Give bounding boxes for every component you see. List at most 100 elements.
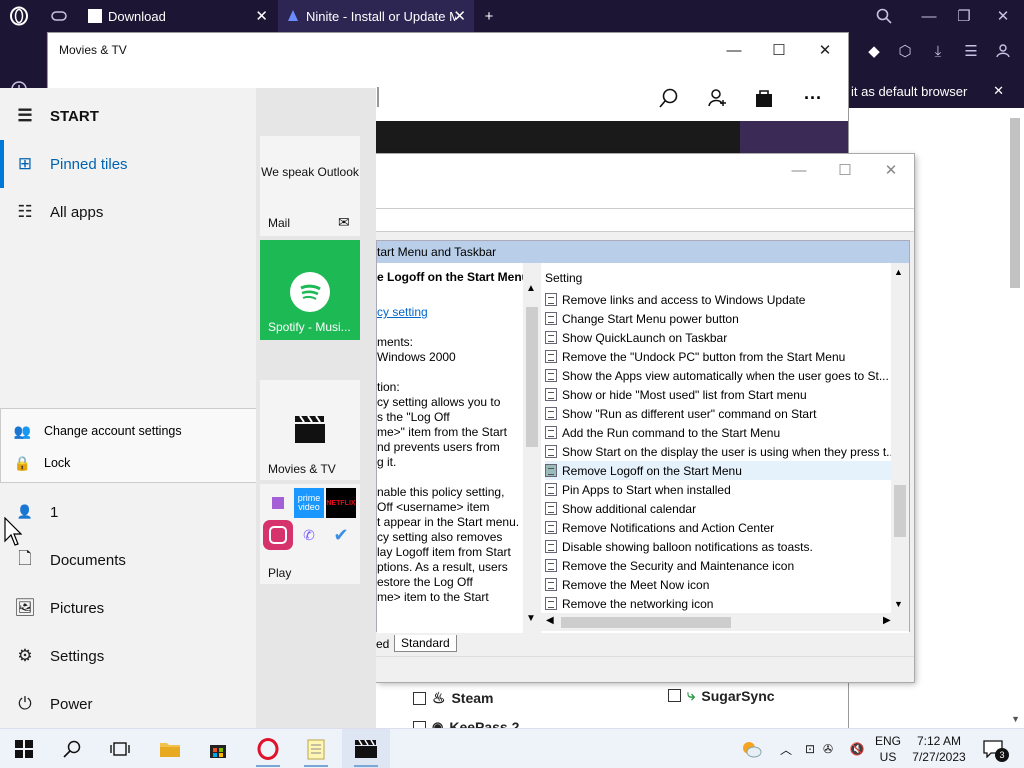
user-account-button[interactable]: 👤 1: [0, 488, 256, 536]
minimize-button[interactable]: —: [711, 34, 757, 66]
close-tab-icon[interactable]: ✕: [453, 7, 466, 25]
policy-setting-row[interactable]: Remove the networking icon: [545, 594, 891, 613]
tab-ninite[interactable]: Ninite - Install or Update M ✕: [278, 0, 474, 32]
policy-setting-row[interactable]: Add the Run command to the Start Menu: [545, 423, 891, 442]
add-account-icon[interactable]: [704, 85, 730, 111]
close-tab-icon[interactable]: ✕: [255, 7, 268, 25]
tile-mail[interactable]: We speak Outlook Mail ✉: [260, 136, 360, 236]
start-header[interactable]: ☰ START: [0, 92, 256, 140]
change-account-settings[interactable]: 👥 Change account settings: [1, 415, 257, 447]
list-vertical-scrollbar[interactable]: ▲ ▼: [891, 263, 909, 613]
start-item-settings[interactable]: ⚙ Settings: [0, 632, 256, 680]
scroll-down-icon[interactable]: ▼: [526, 613, 536, 624]
new-tab-button[interactable]: +: [478, 5, 500, 27]
opera-browser-icon[interactable]: [244, 729, 292, 768]
tile-spotify[interactable]: Spotify - Musi...: [260, 240, 360, 340]
policy-setting-row[interactable]: Show QuickLaunch on Taskbar: [545, 328, 891, 347]
policy-setting-label: Show "Run as different user" command on …: [562, 406, 817, 421]
default-browser-text[interactable]: it as default browser: [851, 84, 967, 99]
policy-setting-row[interactable]: Remove the Meet Now icon: [545, 575, 891, 594]
scrollbar-thumb[interactable]: [561, 617, 731, 628]
vpn-icon[interactable]: ◆: [863, 40, 885, 62]
close-button[interactable]: ✕: [868, 154, 914, 186]
policy-setting-row[interactable]: Remove links and access to Windows Updat…: [545, 290, 891, 309]
downloads-icon[interactable]: ⤓: [927, 40, 949, 62]
close-banner-icon[interactable]: ✕: [993, 83, 1004, 99]
tile-play-folder[interactable]: prime video NETFLIX ✆ ✔ Play: [260, 484, 360, 584]
store-bag-icon[interactable]: [751, 85, 777, 111]
policy-setting-row[interactable]: Remove Logoff on the Start Menu: [545, 461, 891, 480]
minimize-button[interactable]: —: [776, 154, 822, 186]
policy-setting-row[interactable]: Show the Apps view automatically when th…: [545, 366, 891, 385]
gamepad-icon[interactable]: [48, 5, 70, 27]
policy-setting-row[interactable]: Disable showing balloon notifications as…: [545, 537, 891, 556]
policy-setting-row[interactable]: Remove the Security and Maintenance icon: [545, 556, 891, 575]
maximize-button[interactable]: ☐: [756, 34, 802, 66]
easy-setup-icon[interactable]: ☰: [960, 40, 982, 62]
search-icon[interactable]: [656, 85, 682, 111]
start-item-power[interactable]: ⏻ Power: [0, 680, 256, 728]
checkbox[interactable]: [413, 691, 426, 705]
clock[interactable]: 7:12 AM 7/27/2023: [908, 729, 970, 768]
volume-muted-icon[interactable]: 🔇: [846, 729, 868, 768]
policy-setting-row[interactable]: Change Start Menu power button: [545, 309, 891, 328]
maximize-button[interactable]: ☐: [822, 154, 868, 186]
account-icon[interactable]: [992, 40, 1014, 62]
scrollbar-thumb[interactable]: [894, 485, 906, 537]
close-window-icon[interactable]: ✕: [992, 5, 1014, 27]
meet-now-icon[interactable]: ✇: [818, 729, 838, 768]
search-icon[interactable]: [873, 5, 895, 27]
scroll-up-icon[interactable]: ▲: [894, 267, 903, 277]
action-center-button[interactable]: 3: [978, 729, 1009, 768]
restore-icon[interactable]: ❐: [953, 5, 975, 27]
policy-setting-row[interactable]: Show or hide "Most used" list from Start…: [545, 385, 891, 404]
ninite-item-sugarsync[interactable]: ⤷ SugarSync: [668, 687, 775, 704]
input-language[interactable]: ENG US: [870, 729, 906, 768]
tab-standard[interactable]: Standard: [394, 635, 457, 652]
policy-setting-row[interactable]: Show Start on the display the user is us…: [545, 442, 891, 461]
task-view-button[interactable]: [96, 729, 144, 768]
minimize-icon[interactable]: —: [918, 5, 940, 27]
scroll-down-icon[interactable]: ▼: [1011, 714, 1020, 724]
policy-setting-row[interactable]: Show "Run as different user" command on …: [545, 404, 891, 423]
hamburger-menu-icon[interactable]: ☰: [0, 106, 50, 126]
tab-download[interactable]: Download ✕: [80, 0, 276, 32]
opera-logo-icon[interactable]: [8, 5, 30, 27]
weather-icon[interactable]: [736, 729, 766, 768]
start-item-pictures[interactable]: 🖼 Pictures: [0, 584, 256, 632]
movies-tv-taskbar-icon[interactable]: [342, 729, 390, 768]
scroll-up-icon[interactable]: ▲: [526, 283, 536, 294]
network-icon[interactable]: ⊡: [800, 729, 820, 768]
nav-all-apps[interactable]: ☷ All apps: [0, 188, 256, 236]
flyout-label: Lock: [44, 456, 71, 470]
tab-extended[interactable]: ed: [376, 637, 389, 651]
store-icon[interactable]: [194, 729, 242, 768]
tile-movies-tv[interactable]: Movies & TV: [260, 380, 360, 480]
close-button[interactable]: ✕: [802, 34, 848, 66]
extensions-cube-icon[interactable]: ⬡: [894, 40, 916, 62]
edit-policy-link[interactable]: cy setting: [377, 305, 428, 320]
ninite-item-steam[interactable]: ♨ Steam: [413, 689, 493, 707]
checkbox[interactable]: [668, 689, 681, 702]
policy-setting-row[interactable]: Remove the "Undock PC" button from the S…: [545, 347, 891, 366]
scrollbar-thumb[interactable]: [526, 307, 538, 447]
list-horizontal-scrollbar[interactable]: ◀ ▶: [541, 613, 909, 631]
policy-setting-row[interactable]: Remove Notifications and Action Center: [545, 518, 891, 537]
description-scrollbar[interactable]: ▲ ▼: [523, 263, 541, 633]
scroll-left-icon[interactable]: ◀: [546, 615, 554, 626]
start-button[interactable]: [0, 729, 48, 768]
more-options-icon[interactable]: ···: [798, 85, 828, 111]
policy-setting-row[interactable]: Pin Apps to Start when installed: [545, 480, 891, 499]
notepad-icon[interactable]: [292, 729, 340, 768]
nav-pinned-tiles[interactable]: ⊞ Pinned tiles: [0, 140, 256, 188]
file-explorer-icon[interactable]: [146, 729, 194, 768]
description-line: estore the Log Off: [377, 575, 473, 589]
page-scrollbar[interactable]: [1010, 118, 1020, 288]
scroll-down-icon[interactable]: ▼: [894, 599, 903, 609]
policy-setting-row[interactable]: Show additional calendar: [545, 499, 891, 518]
search-button[interactable]: [48, 729, 96, 768]
scroll-right-icon[interactable]: ▶: [883, 615, 891, 626]
lock-button[interactable]: 🔒 Lock: [1, 447, 257, 479]
show-hidden-icons-chevron[interactable]: ︿: [776, 729, 796, 768]
start-item-documents[interactable]: 🗋 Documents: [0, 536, 256, 584]
